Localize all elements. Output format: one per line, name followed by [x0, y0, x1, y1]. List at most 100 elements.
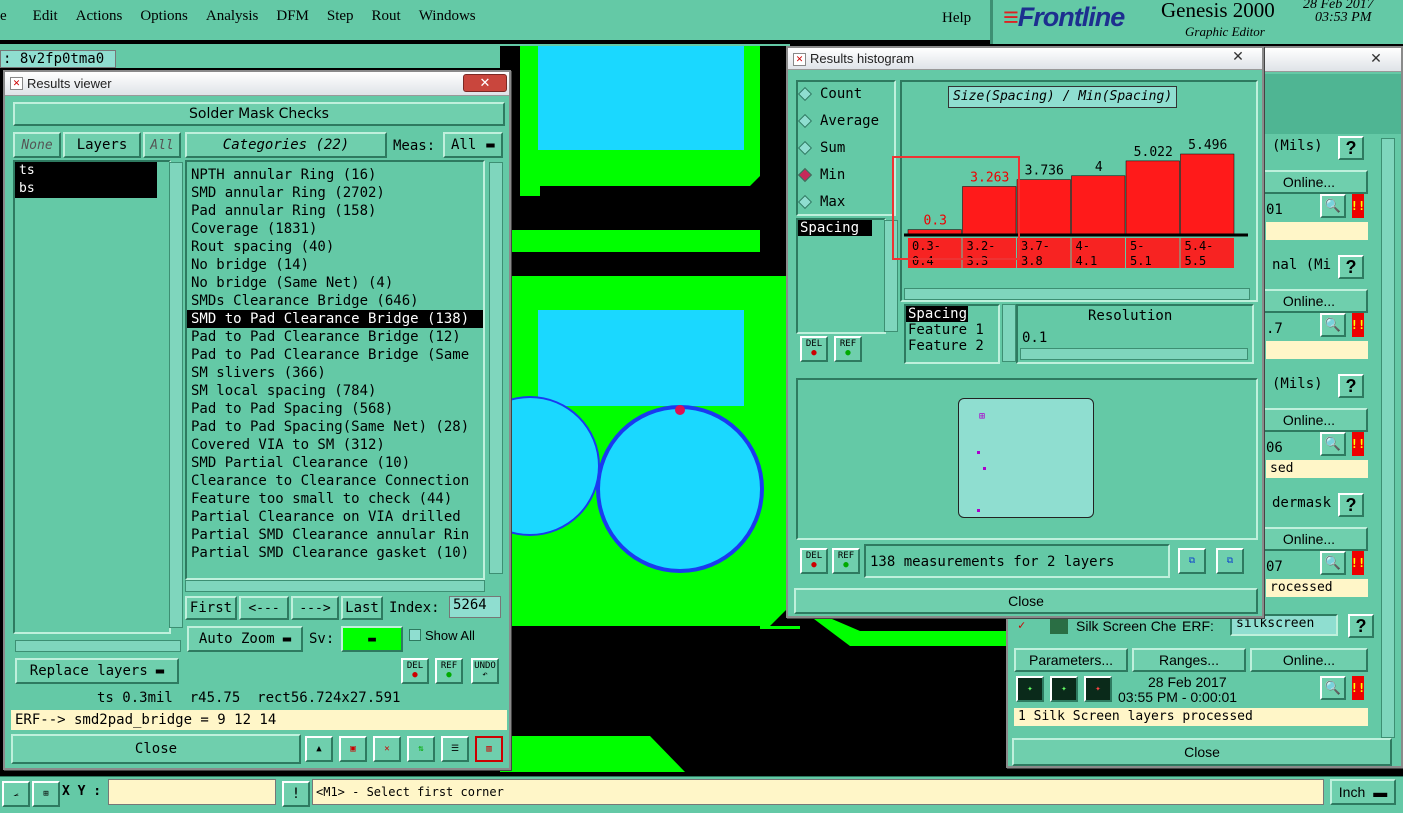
- category-item[interactable]: Pad to Pad Spacing(Same Net) (28): [187, 418, 483, 436]
- category-item[interactable]: No bridge (Same Net) (4): [187, 274, 483, 292]
- layers-list[interactable]: ts bs: [13, 160, 171, 634]
- ranges-button[interactable]: Ranges...: [1132, 648, 1246, 672]
- categories-vscroll[interactable]: [489, 162, 503, 574]
- results-viewer-titlebar[interactable]: ✕ Results viewer: [5, 72, 509, 96]
- highlight-icon[interactable]: ▲: [305, 736, 333, 762]
- menu-edit[interactable]: Edit: [33, 8, 58, 40]
- online-button[interactable]: Online...: [1250, 527, 1368, 551]
- sort-icon[interactable]: ⇅: [407, 736, 435, 762]
- category-item[interactable]: Pad to Pad Clearance Bridge (12): [187, 328, 483, 346]
- help-button[interactable]: ?: [1338, 255, 1364, 279]
- menu-dfm[interactable]: DFM: [276, 8, 309, 40]
- feature-item[interactable]: Spacing: [906, 306, 968, 322]
- delete-marks-icon[interactable]: ✕: [373, 736, 401, 762]
- menu-actions[interactable]: Actions: [76, 8, 123, 40]
- units-select[interactable]: Inch ▬: [1330, 779, 1396, 805]
- undo-button[interactable]: UNDO ↶: [471, 658, 499, 684]
- auto-zoom-select[interactable]: Auto Zoom ▬: [187, 626, 303, 652]
- zoom-selection-icon[interactable]: ⧉: [1178, 548, 1206, 574]
- histogram-bar[interactable]: [1125, 160, 1180, 235]
- parameters-button[interactable]: Parameters...: [1014, 648, 1128, 672]
- checklist-vscroll[interactable]: [1381, 138, 1395, 738]
- category-item[interactable]: Rout spacing (40): [187, 238, 483, 256]
- menu-options[interactable]: Options: [140, 8, 188, 40]
- zoom-icon[interactable]: 🔍: [1320, 676, 1346, 700]
- layers-button[interactable]: Layers: [63, 132, 141, 158]
- layer-item[interactable]: ts: [15, 162, 157, 180]
- job-name-field[interactable]: : 8v2fp0tma0: [0, 50, 116, 68]
- zoom-icon[interactable]: 🔍: [1320, 551, 1346, 575]
- measure-item[interactable]: Spacing: [798, 220, 872, 236]
- category-item[interactable]: Clearance to Clearance Connection: [187, 472, 483, 490]
- zoom-icon[interactable]: 🔍: [1320, 432, 1346, 456]
- mode-count-radio[interactable]: Count: [796, 86, 862, 102]
- category-item[interactable]: NPTH annular Ring (16): [187, 166, 483, 184]
- close-button[interactable]: Close: [11, 734, 301, 764]
- online-button[interactable]: Online...: [1250, 289, 1368, 313]
- chart-hscroll[interactable]: [904, 288, 1250, 300]
- category-item[interactable]: SMDs Clearance Bridge (646): [187, 292, 483, 310]
- category-item[interactable]: Pad annular Ring (158): [187, 202, 483, 220]
- histogram-icon[interactable]: ▥: [475, 736, 503, 762]
- online-button[interactable]: Online...: [1250, 170, 1368, 194]
- help-button[interactable]: ?: [1348, 614, 1374, 638]
- menu-analysis[interactable]: Analysis: [206, 8, 259, 40]
- help-button[interactable]: ?: [1338, 136, 1364, 160]
- category-item[interactable]: Partial Clearance on VIA drilled: [187, 508, 483, 526]
- measure-tool-icon[interactable]: ⦟: [2, 781, 30, 807]
- category-item[interactable]: SMD Partial Clearance (10): [187, 454, 483, 472]
- show-all-checkbox[interactable]: [409, 629, 421, 641]
- checklist-close-button[interactable]: Close: [1012, 738, 1392, 766]
- feature-item[interactable]: Feature 2: [906, 338, 998, 354]
- grid-icon[interactable]: ⊞: [32, 781, 60, 807]
- all-layers-button[interactable]: All: [143, 132, 181, 158]
- category-item[interactable]: No bridge (14): [187, 256, 483, 274]
- histogram-titlebar[interactable]: ✕ Results histogram: [788, 48, 1262, 70]
- histogram-bar[interactable]: [1016, 179, 1071, 235]
- menu-step[interactable]: Step: [327, 8, 354, 40]
- category-item[interactable]: SM local spacing (784): [187, 382, 483, 400]
- category-item[interactable]: Pad to Pad Clearance Bridge (Same: [187, 346, 483, 364]
- meas-select[interactable]: All ▬: [443, 132, 503, 158]
- close-icon[interactable]: ✕: [1362, 50, 1390, 66]
- menu-file[interactable]: e: [0, 8, 7, 40]
- mode-sum-radio[interactable]: Sum: [796, 140, 845, 156]
- xy-input[interactable]: [108, 779, 276, 805]
- online-button[interactable]: Online...: [1250, 648, 1368, 672]
- preview-ref-button[interactable]: REF ●: [832, 548, 860, 574]
- zoom-icon[interactable]: 🔍: [1320, 313, 1346, 337]
- categories-list[interactable]: NPTH annular Ring (16) SMD annular Ring (…: [185, 160, 485, 580]
- checkbox-icon[interactable]: ✓: [1018, 618, 1030, 632]
- preview-del-button[interactable]: DEL ●: [800, 548, 828, 574]
- report-icon[interactable]: ▣: [339, 736, 367, 762]
- histogram-bar[interactable]: [1180, 153, 1235, 235]
- del-button[interactable]: DEL ●: [401, 658, 429, 684]
- none-button[interactable]: None: [13, 132, 61, 158]
- zoom-icon[interactable]: 🔍: [1320, 194, 1346, 218]
- category-item[interactable]: Partial SMD Clearance annular Rin: [187, 526, 483, 544]
- stop-icon[interactable]: ✦: [1084, 676, 1112, 702]
- category-item[interactable]: Coverage (1831): [187, 220, 483, 238]
- category-item[interactable]: Feature too small to check (44): [187, 490, 483, 508]
- menu-windows[interactable]: Windows: [419, 8, 476, 40]
- histo-ref-button[interactable]: REF ●: [834, 336, 862, 362]
- next-button[interactable]: --->: [291, 596, 339, 620]
- categories-hscroll[interactable]: [185, 580, 485, 592]
- close-icon[interactable]: ✕: [463, 74, 507, 92]
- layers-hscroll[interactable]: [15, 640, 181, 652]
- feature-vscroll[interactable]: [1002, 304, 1016, 362]
- menu-help[interactable]: Help: [942, 10, 971, 27]
- category-item[interactable]: Partial SMD Clearance gasket (10): [187, 544, 483, 562]
- run-all-icon[interactable]: ✦: [1050, 676, 1078, 702]
- measure-list[interactable]: Spacing: [796, 218, 886, 334]
- categories-button[interactable]: Categories (22): [185, 132, 387, 158]
- mode-min-radio[interactable]: Min: [796, 167, 845, 183]
- help-button[interactable]: ?: [1338, 374, 1364, 398]
- mode-average-radio[interactable]: Average: [796, 113, 879, 129]
- prev-button[interactable]: <---: [239, 596, 289, 620]
- run-icon[interactable]: ✦: [1016, 676, 1044, 702]
- index-field[interactable]: 5264: [449, 596, 501, 618]
- histo-del-button[interactable]: DEL ●: [800, 336, 828, 362]
- layers-vscroll[interactable]: [169, 162, 183, 628]
- mode-max-radio[interactable]: Max: [796, 194, 845, 210]
